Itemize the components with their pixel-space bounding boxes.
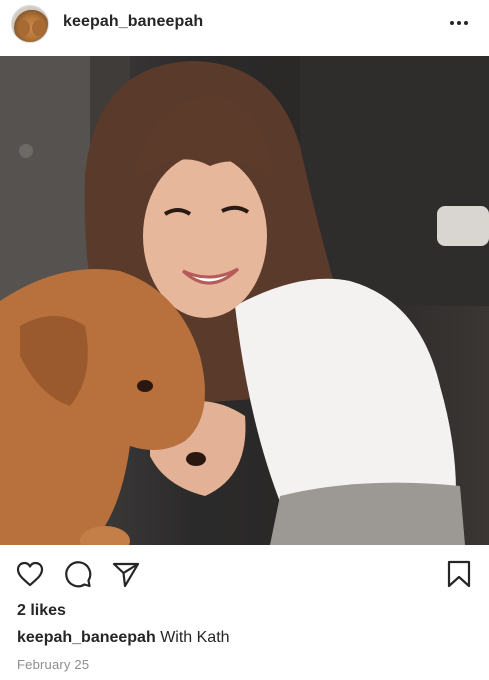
avatar[interactable] [11, 5, 49, 43]
post-date: February 25 [17, 657, 90, 672]
avatar-dog-ear [32, 20, 44, 36]
likes-count[interactable]: 2 likes [17, 602, 66, 620]
post-username[interactable]: keepah_baneepah [63, 13, 203, 31]
post-header: keepah_baneepah [0, 0, 489, 52]
avatar-dog-ear [18, 20, 30, 36]
send-icon[interactable] [110, 558, 142, 590]
post-actions [0, 552, 489, 596]
caption-text: With Kath [160, 629, 230, 646]
more-options-icon[interactable] [445, 12, 473, 34]
caption-username[interactable]: keepah_baneepah [17, 629, 156, 646]
caption: keepah_baneepah With Kath [17, 629, 230, 647]
comment-icon[interactable] [62, 558, 94, 590]
heart-icon[interactable] [14, 558, 46, 590]
post-photo[interactable] [0, 56, 489, 545]
bookmark-icon[interactable] [443, 558, 475, 590]
photo-illustration [0, 56, 489, 545]
